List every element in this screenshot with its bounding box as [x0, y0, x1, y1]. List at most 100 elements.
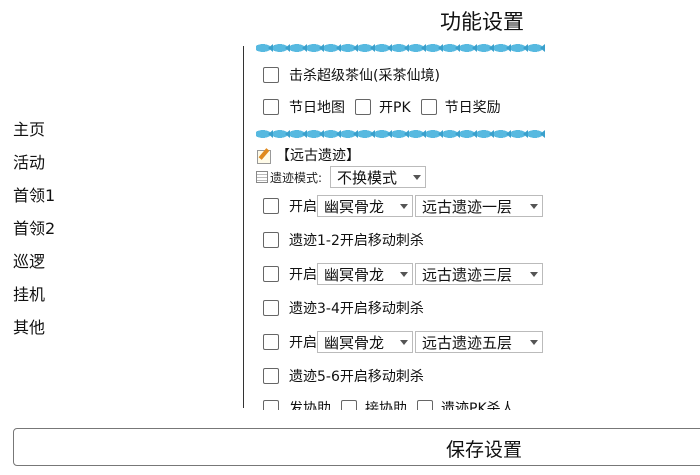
page-title: 功能设置	[440, 10, 524, 34]
ruins-5-checkbox[interactable]	[263, 334, 279, 350]
boss-select-3-value: 幽冥骨龙	[324, 333, 385, 352]
nav-item-boss1[interactable]: 首领1	[13, 184, 55, 217]
fish-icon	[409, 43, 426, 53]
chevron-down-icon	[530, 203, 538, 209]
nav-item-home[interactable]: 主页	[13, 118, 55, 151]
fish-icon	[460, 43, 477, 53]
fish-icon	[290, 43, 307, 53]
pk-kill-label: 遗迹PK杀人	[441, 401, 515, 410]
holiday-map-checkbox[interactable]	[263, 99, 279, 115]
ruins-3-open-label: 开启	[289, 267, 317, 283]
move-kill-34-label: 遗迹3-4开启移动刺杀	[289, 301, 424, 317]
boss-select-1-value: 幽冥骨龙	[324, 197, 385, 216]
row-assist: 发协助 接协助 遗迹PK杀人	[256, 393, 556, 410]
move-kill-56-checkbox[interactable]	[263, 368, 279, 384]
chevron-down-icon	[400, 271, 408, 277]
mode-label: 遗迹模式:	[270, 170, 323, 185]
fish-icon	[341, 129, 358, 139]
move-kill-12-label: 遗迹1-2开启移动刺杀	[289, 233, 424, 249]
mode-select-value: 不换模式	[337, 168, 398, 187]
pencil-icon	[256, 147, 272, 164]
floor-select-3-value: 远古遗迹五层	[422, 333, 513, 352]
row-kill-tea: 击杀超级茶仙(采茶仙境)	[256, 60, 556, 90]
chevron-down-icon	[530, 339, 538, 345]
nav-item-other[interactable]: 其他	[13, 316, 55, 349]
chevron-down-icon	[400, 203, 408, 209]
move-kill-12-checkbox[interactable]	[263, 232, 279, 248]
fish-icon	[358, 129, 375, 139]
fish-icon	[443, 43, 460, 53]
fish-icon	[256, 129, 273, 139]
fish-icon	[392, 43, 409, 53]
row-holiday: 节日地图 开PK 节日奖励	[256, 92, 556, 122]
nav-item-activity[interactable]: 活动	[13, 151, 55, 184]
ruins-1-checkbox[interactable]	[263, 198, 279, 214]
kill-tea-checkbox[interactable]	[263, 67, 279, 83]
fish-icon	[307, 129, 324, 139]
floor-select-2[interactable]: 远古遗迹三层	[415, 263, 543, 285]
chevron-down-icon	[400, 339, 408, 345]
fish-icon	[324, 43, 341, 53]
open-pk-checkbox[interactable]	[355, 99, 371, 115]
row-move-kill-12: 遗迹1-2开启移动刺杀	[256, 225, 556, 255]
fish-icon	[375, 129, 392, 139]
fish-icon	[290, 129, 307, 139]
save-button[interactable]: 保存设置	[13, 428, 700, 466]
ruins-1-open-label: 开启	[289, 199, 317, 215]
nav-item-boss2[interactable]: 首领2	[13, 217, 55, 250]
note-icon	[256, 171, 268, 183]
assist-accept-checkbox[interactable]	[341, 400, 357, 410]
fish-icon	[426, 43, 443, 53]
ruins-5-open-label: 开启	[289, 335, 317, 351]
fish-icon	[341, 43, 358, 53]
open-pk-label: 开PK	[379, 100, 411, 116]
row-ruins-5: 开启 幽冥骨龙 远古遗迹五层	[256, 327, 556, 357]
move-kill-34-checkbox[interactable]	[263, 300, 279, 316]
fish-icon	[273, 129, 290, 139]
row-move-kill-56: 遗迹5-6开启移动刺杀	[256, 361, 556, 391]
fish-icon	[256, 43, 273, 53]
fish-icon	[511, 43, 528, 53]
fish-icon	[494, 129, 511, 139]
settings-panel[interactable]: 击杀超级茶仙(采茶仙境) 节日地图 开PK 节日奖励 【远古遗迹】 遗迹模式: …	[256, 42, 556, 410]
fish-icon	[477, 129, 494, 139]
assist-accept-label: 接协助	[365, 401, 407, 410]
row-ruins-1: 开启 幽冥骨龙 远古遗迹一层	[256, 191, 556, 221]
fish-icon	[358, 43, 375, 53]
fish-icon	[494, 43, 511, 53]
fish-icon	[528, 129, 545, 139]
holiday-reward-checkbox[interactable]	[420, 99, 437, 115]
ruins-3-checkbox[interactable]	[263, 266, 279, 282]
kill-tea-label: 击杀超级茶仙(采茶仙境)	[289, 68, 440, 84]
fish-icon	[426, 129, 443, 139]
mode-select[interactable]: 不换模式	[330, 166, 427, 188]
floor-select-1-value: 远古遗迹一层	[422, 197, 513, 216]
nav-item-patrol[interactable]: 巡逻	[13, 250, 55, 283]
fish-icon	[528, 43, 545, 53]
assist-send-label: 发协助	[289, 401, 331, 410]
chevron-down-icon	[413, 174, 422, 180]
fish-icon	[392, 129, 409, 139]
fish-icon	[324, 129, 341, 139]
row-ruins-3: 开启 幽冥骨龙 远古遗迹三层	[256, 259, 556, 289]
panel-divider	[243, 46, 244, 408]
holiday-reward-label: 节日奖励	[444, 100, 501, 116]
fish-icon	[409, 129, 426, 139]
boss-select-3[interactable]: 幽冥骨龙	[317, 331, 413, 353]
holiday-map-label: 节日地图	[289, 100, 345, 116]
boss-select-1[interactable]: 幽冥骨龙	[317, 195, 413, 217]
nav-item-afk[interactable]: 挂机	[13, 283, 55, 316]
boss-select-2[interactable]: 幽冥骨龙	[317, 263, 413, 285]
section-ancient-ruins: 【远古遗迹】	[256, 144, 556, 166]
floor-select-2-value: 远古遗迹三层	[422, 265, 513, 284]
assist-send-checkbox[interactable]	[263, 400, 279, 410]
fish-icon	[460, 129, 477, 139]
floor-select-3[interactable]: 远古遗迹五层	[415, 331, 543, 353]
fish-icon	[477, 43, 494, 53]
fish-icon	[307, 43, 324, 53]
fish-icon	[443, 129, 460, 139]
pk-kill-checkbox[interactable]	[417, 400, 433, 410]
floor-select-1[interactable]: 远古遗迹一层	[415, 195, 543, 217]
section-title: 【远古遗迹】	[276, 148, 360, 164]
fish-divider	[256, 128, 556, 140]
